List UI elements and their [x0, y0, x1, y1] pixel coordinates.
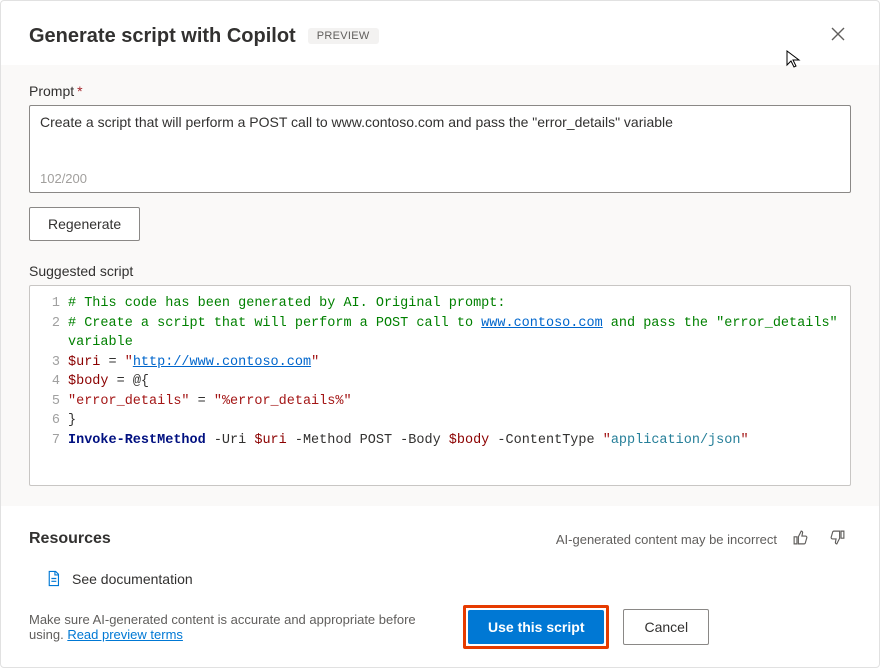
footer-note: Make sure AI-generated content is accura…: [29, 612, 449, 642]
resources-title: Resources: [29, 530, 546, 548]
code-line: 2# Create a script that will perform a P…: [42, 314, 838, 353]
preview-badge: PREVIEW: [308, 28, 379, 44]
line-number: 7: [42, 431, 60, 451]
line-number: 3: [42, 353, 60, 373]
see-documentation-link[interactable]: See documentation: [72, 571, 193, 587]
code-line: 1 # This code has been generated by AI. O…: [42, 294, 838, 314]
code-content: # Create a script that will perform a PO…: [68, 314, 838, 353]
code-line: 7 Invoke-RestMethod -Uri $uri -Method POS…: [42, 431, 838, 451]
line-number: 4: [42, 372, 60, 392]
close-icon: [831, 27, 845, 41]
use-this-script-button[interactable]: Use this script: [468, 610, 604, 644]
thumbs-up-button[interactable]: [787, 524, 814, 554]
ai-disclaimer: AI-generated content may be incorrect: [556, 532, 777, 547]
dialog-body: Prompt * Create a script that will perfo…: [1, 65, 879, 506]
code-content: Invoke-RestMethod -Uri $uri -Method POST…: [68, 431, 749, 451]
code-content: "error_details" = "%error_details%": [68, 392, 352, 412]
code-content: # This code has been generated by AI. Or…: [68, 294, 505, 314]
line-number: 2: [42, 314, 60, 353]
prompt-field[interactable]: Create a script that will perform a POST…: [29, 105, 851, 193]
suggested-label: Suggested script: [29, 263, 851, 279]
line-number: 5: [42, 392, 60, 412]
code-content: }: [68, 411, 76, 431]
thumbs-up-icon: [792, 529, 809, 546]
dialog-footer: Make sure AI-generated content is accura…: [1, 591, 879, 667]
cancel-button[interactable]: Cancel: [623, 609, 709, 645]
regenerate-button[interactable]: Regenerate: [29, 207, 140, 241]
dialog-header: Generate script with Copilot PREVIEW: [1, 1, 879, 65]
highlight-box: Use this script: [463, 605, 609, 649]
char-count: 102/200: [40, 171, 840, 186]
code-line: 3 $uri = "http://www.contoso.com": [42, 353, 838, 373]
copilot-dialog: Generate script with Copilot PREVIEW Pro…: [0, 0, 880, 668]
code-line: 6}: [42, 411, 838, 431]
close-button[interactable]: [825, 21, 851, 51]
required-marker: *: [77, 83, 82, 99]
resources-row: Resources AI-generated content may be in…: [1, 506, 879, 560]
code-line: 5 "error_details" = "%error_details%": [42, 392, 838, 412]
document-icon: [45, 570, 62, 587]
thumbs-down-button[interactable]: [824, 524, 851, 554]
thumbs-down-icon: [829, 529, 846, 546]
prompt-label: Prompt *: [29, 83, 851, 99]
suggested-script-box[interactable]: 1 # This code has been generated by AI. O…: [29, 285, 851, 486]
preview-terms-link[interactable]: Read preview terms: [67, 627, 183, 642]
line-number: 1: [42, 294, 60, 314]
code-content: $uri = "http://www.contoso.com": [68, 353, 319, 373]
line-number: 6: [42, 411, 60, 431]
documentation-row: See documentation: [1, 560, 879, 591]
prompt-input[interactable]: Create a script that will perform a POST…: [40, 114, 840, 171]
code-line: 4 $body = @{: [42, 372, 838, 392]
prompt-label-text: Prompt: [29, 83, 74, 99]
code-content: $body = @{: [68, 372, 149, 392]
dialog-title: Generate script with Copilot: [29, 25, 296, 48]
